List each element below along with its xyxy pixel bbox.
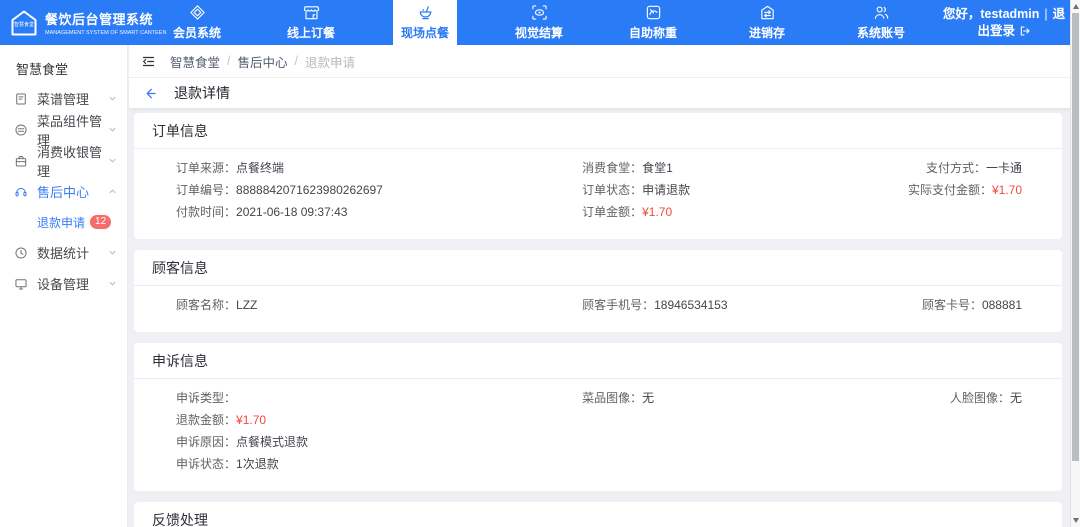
sidebar-item-recipe-management[interactable]: 菜谱管理 <box>0 83 127 114</box>
sidebar-item-consume-cashier-management[interactable]: 消费收银管理 <box>0 145 127 179</box>
field-customer-card: 顾客卡号：088881 <box>921 298 1022 312</box>
chevron-down-icon <box>108 156 117 165</box>
accounts-icon <box>873 4 890 21</box>
breadcrumb-section[interactable]: 售后中心 <box>238 52 288 71</box>
field-pay-time: 付款时间：2021-06-18 09:37:43 <box>176 205 348 219</box>
nav-inventory[interactable]: 进销存 <box>710 0 824 45</box>
inventory-icon <box>759 4 776 21</box>
nav-self-weigh[interactable]: 自助称重 <box>596 0 710 45</box>
chevron-down-icon <box>108 248 117 257</box>
feedback-card: 反馈处理 <box>134 502 1062 527</box>
breadcrumb-current: 退款申请 <box>305 55 356 70</box>
nav-vision-settle[interactable]: 视觉结算 <box>482 0 596 45</box>
breadcrumb-bar: 智慧食堂 / 售后中心 / 退款申请 <box>129 45 1070 78</box>
user-area: 您好，testadmin | 退出登录 <box>938 0 1070 45</box>
scroll-up-arrow-icon[interactable] <box>1073 4 1079 9</box>
logout-icon <box>1019 24 1031 38</box>
chevron-down-icon <box>108 125 117 134</box>
recipe-icon <box>14 92 28 106</box>
field-customer-phone: 顾客手机号：18946534153 <box>582 298 728 312</box>
field-appeal-type: 申诉类型： <box>176 391 237 405</box>
gem-icon <box>189 4 206 21</box>
field-refund-amount: 退款金额：¥1.70 <box>176 413 267 427</box>
sidebar-title: 智慧食堂 <box>16 62 69 77</box>
page-title: 退款详情 <box>174 85 230 101</box>
field-appeal-status: 申诉状态：1次退款 <box>176 457 279 471</box>
scroll-down-arrow-icon[interactable] <box>1073 518 1079 523</box>
logo-badge-text: 智慧食堂 <box>13 21 34 28</box>
divider: | <box>1044 6 1048 21</box>
order-info-card: 订单信息 订单来源：点餐终端 订单编号：88888420716239802626… <box>134 113 1062 239</box>
field-pay-method: 支付方式：一卡通 <box>925 161 1022 175</box>
sidebar: 智慧食堂 菜谱管理 菜品组件管理 消费收银管理 售后中心 退款申请 12 数据统… <box>0 45 128 527</box>
field-order-amount: 订单金额：¥1.70 <box>582 205 673 219</box>
nav-online-order[interactable]: 线上订餐 <box>254 0 368 45</box>
sidebar-item-data-statistics[interactable]: 数据统计 <box>0 237 127 268</box>
chevron-down-icon <box>108 279 117 288</box>
field-appeal-reason: 申诉原因：点餐模式退款 <box>176 435 309 449</box>
vertical-scrollbar[interactable] <box>1070 0 1080 527</box>
menu-fold-icon[interactable] <box>141 54 156 69</box>
field-order-number: 订单编号：8888842071623980262697 <box>176 183 383 197</box>
monitor-icon <box>14 277 28 291</box>
app-subtitle: MANAGEMENT SYSTEM OF SMART CANTEEN <box>45 30 167 36</box>
cashier-bag-icon <box>14 154 28 168</box>
back-button[interactable] <box>143 86 158 101</box>
section-title-customer: 顾客信息 <box>134 250 1062 286</box>
nav-member-system[interactable]: 会员系统 <box>140 0 254 45</box>
topbar: 智慧食堂 餐饮后台管理系统 MANAGEMENT SYSTEM OF SMART… <box>0 0 1070 45</box>
scrollbar-thumb[interactable] <box>1072 13 1079 461</box>
breadcrumb-separator: / <box>294 54 298 68</box>
storefront-icon <box>303 4 320 21</box>
chevron-up-icon <box>108 187 117 196</box>
appeal-info-card: 申诉信息 申诉类型： 退款金额：¥1.70 申诉原因：点餐模式退款 申诉状态：1… <box>134 343 1062 491</box>
chevron-down-icon <box>108 94 117 103</box>
nav-system-account[interactable]: 系统账号 <box>824 0 938 45</box>
sidebar-item-refund-request[interactable]: 退款申请 12 <box>0 207 127 237</box>
user-greeting: 您好，testadmin <box>942 6 1040 21</box>
breadcrumb-root[interactable]: 智慧食堂 <box>170 52 220 71</box>
headset-icon <box>14 185 28 199</box>
scale-icon <box>645 4 662 21</box>
field-actual-paid: 实际支付金额：¥1.70 <box>907 183 1022 197</box>
component-icon <box>14 123 28 137</box>
logo-house-icon: 智慧食堂 <box>9 8 39 38</box>
nav-onsite-order[interactable]: 现场点餐 <box>393 0 457 45</box>
breadcrumb-separator: / <box>227 54 231 68</box>
sidebar-item-device-management[interactable]: 设备管理 <box>0 268 127 299</box>
section-title-order: 订单信息 <box>134 113 1062 149</box>
dine-cup-icon <box>417 4 434 21</box>
section-title-appeal: 申诉信息 <box>134 343 1062 379</box>
page-title-bar: 退款详情 <box>129 78 1070 108</box>
sidebar-item-dish-component-management[interactable]: 菜品组件管理 <box>0 114 127 148</box>
top-nav: 会员系统 线上订餐 现场点餐 视觉结算 自助称重 进销存 系统账号 <box>140 0 938 45</box>
section-title-feedback: 反馈处理 <box>134 502 1062 527</box>
field-face-image: 人脸图像：无 <box>949 391 1022 405</box>
field-canteen: 消费食堂：食堂1 <box>582 161 673 175</box>
stats-clock-icon <box>14 246 28 260</box>
field-order-source: 订单来源：点餐终端 <box>176 161 285 175</box>
field-order-status: 订单状态：申请退款 <box>582 183 691 197</box>
vision-scan-icon <box>531 4 548 21</box>
customer-info-card: 顾客信息 顾客名称：LZZ 顾客手机号：18946534153 顾客卡号：088… <box>134 250 1062 332</box>
app-logo: 智慧食堂 餐饮后台管理系统 MANAGEMENT SYSTEM OF SMART… <box>0 0 166 45</box>
refund-count-badge: 12 <box>90 215 112 229</box>
main-content: 订单信息 订单来源：点餐终端 订单编号：88888420716239802626… <box>129 108 1070 527</box>
field-dish-image: 菜品图像：无 <box>582 391 655 405</box>
field-customer-name: 顾客名称：LZZ <box>176 298 258 312</box>
sidebar-item-aftersale-center[interactable]: 售后中心 <box>0 176 127 207</box>
